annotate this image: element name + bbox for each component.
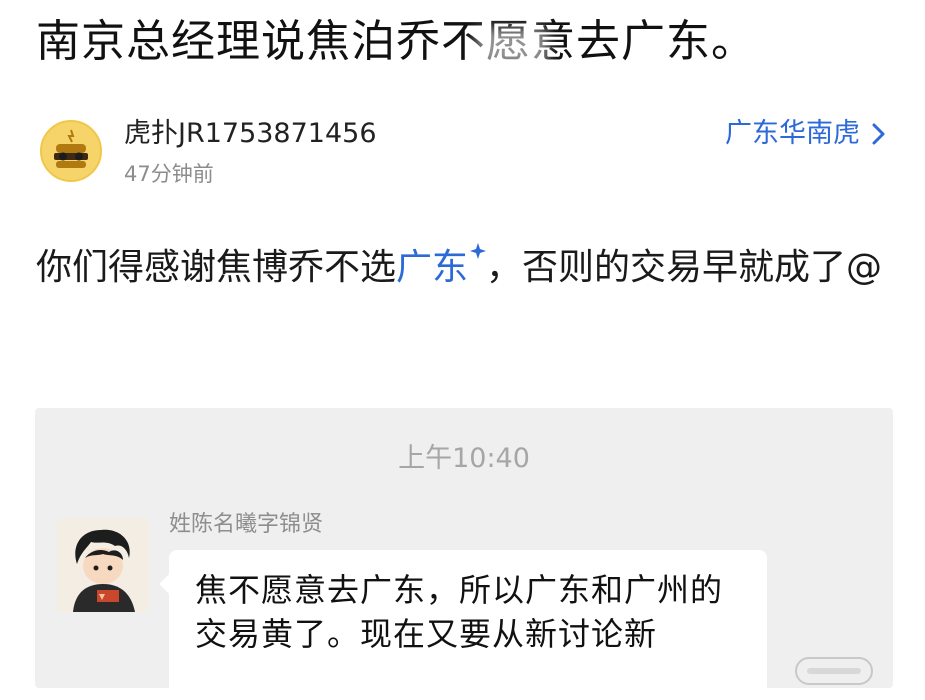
message-bubble: 焦不愿意去广东，所以广东和广州的交易黄了。现在又要从新讨论新 [159,550,767,700]
sender-name: 姓陈名曦字锦贤 [169,512,324,537]
post-author-header: 虎扑JR1753871456 47分钟前 广东华南虎 [40,112,890,196]
chat-timestamp: 上午10:40 [398,443,530,474]
message-text: 焦不愿意去广东，所以广东和广州的交易黄了。现在又要从新讨论新 [195,571,724,653]
post-text-after: ，否则的交易早就成了@ [486,247,883,288]
blur-overlay [476,28,548,66]
chat-screenshot-image: 上午10:40 姓陈名曦字锦贤 焦不愿意去广东，所以广东和广州的交易黄了。现在又… [35,408,893,700]
anime-boy-avatar-icon [57,518,149,612]
post-text-before: 你们得感谢焦博乔不选 [36,247,397,288]
forum-link-label: 广东华南虎 [725,118,860,149]
page-title: 南京总经理说焦泊乔不愿意去广东。 [36,16,756,67]
sunglasses-burger-avatar-icon [54,129,88,168]
author-name[interactable]: 虎扑JR1753871456 [124,116,377,152]
post-content: 你们得感谢焦博乔不选广东 ，否则的交易早就成了@ [36,240,896,296]
sparkle-link-icon [470,243,487,259]
forum-link[interactable]: 广东华南虎 [725,116,890,152]
chevron-right-icon [872,123,885,145]
bubble-tail [159,574,169,594]
author-avatar[interactable] [40,120,102,182]
post-timestamp: 47分钟前 [124,162,214,186]
watermark-icon [795,657,873,685]
sender-avatar [57,518,149,612]
team-link[interactable]: 广东 [396,247,468,288]
